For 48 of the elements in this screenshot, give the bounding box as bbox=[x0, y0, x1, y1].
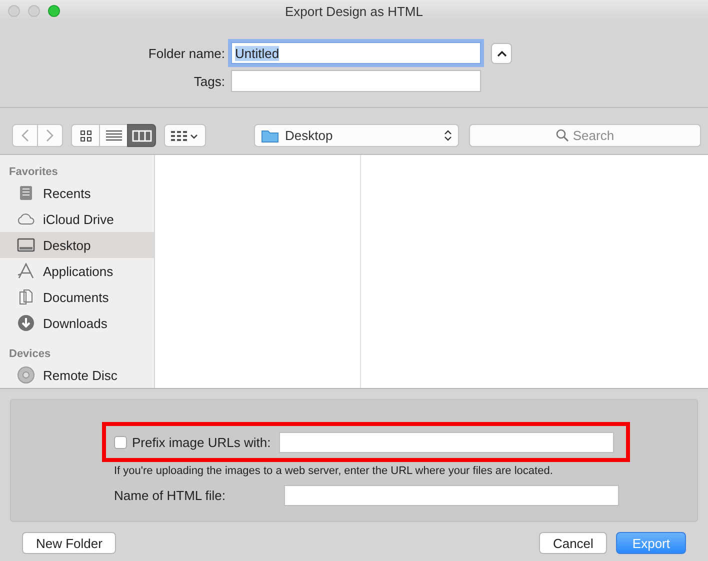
back-button[interactable] bbox=[12, 124, 38, 147]
field-label: Tags: bbox=[192, 74, 225, 88]
columns-icon bbox=[132, 130, 152, 142]
view-mode-button[interactable] bbox=[99, 124, 128, 147]
view-mode-button[interactable] bbox=[71, 124, 100, 147]
grid-icon bbox=[80, 130, 92, 142]
sidebar-item[interactable]: Applications bbox=[0, 258, 154, 284]
updown-icon bbox=[444, 129, 452, 142]
minimize-button[interactable] bbox=[28, 5, 40, 17]
field-label: Name of HTML file: bbox=[114, 488, 226, 503]
document-stack-icon bbox=[17, 184, 35, 202]
view-mode-button[interactable] bbox=[127, 124, 156, 147]
chevron-left-icon bbox=[21, 129, 29, 142]
cancel-button[interactable]: Cancel bbox=[538, 532, 608, 554]
download-icon bbox=[17, 314, 35, 332]
chevron-right-icon bbox=[46, 129, 54, 142]
sidebar-item[interactable]: Downloads bbox=[0, 310, 154, 336]
location-popup[interactable]: Desktop bbox=[254, 124, 459, 147]
grid-dropdown-icon bbox=[171, 130, 199, 142]
file-name-field[interactable] bbox=[284, 485, 619, 506]
sidebar-item[interactable]: Documents bbox=[0, 284, 154, 310]
desktop-icon bbox=[17, 236, 35, 254]
sidebar-item[interactable]: Recents bbox=[0, 180, 154, 206]
section-header: Favorites bbox=[8, 165, 59, 180]
applications-icon bbox=[17, 262, 35, 280]
zoom-button[interactable] bbox=[48, 5, 60, 17]
field-label: Folder name: bbox=[147, 46, 225, 60]
list-icon bbox=[106, 130, 122, 141]
close-button[interactable] bbox=[8, 5, 20, 17]
prefix-url-field[interactable] bbox=[278, 432, 614, 452]
prefix-checkbox[interactable]: Prefix image URLs with: bbox=[114, 434, 271, 450]
folder-icon bbox=[261, 128, 279, 142]
arrange-button[interactable] bbox=[164, 124, 206, 147]
disc-icon bbox=[17, 366, 35, 384]
tags-field[interactable] bbox=[231, 70, 481, 92]
folder-name-field[interactable]: Untitled bbox=[231, 42, 481, 64]
sidebar-item[interactable]: Remote Disc bbox=[0, 362, 154, 388]
sidebar-item[interactable]: iCloud Drive bbox=[0, 206, 154, 232]
collapse-button[interactable] bbox=[491, 42, 512, 64]
documents-icon bbox=[17, 288, 35, 306]
section-header: Devices bbox=[8, 347, 52, 362]
hint-text: If you're uploading the images to a web server, enter the URL where your files are located. bbox=[114, 465, 554, 477]
chevron-up-icon bbox=[496, 50, 506, 56]
window-title: Export Design as HTML bbox=[285, 4, 423, 18]
forward-button[interactable] bbox=[37, 124, 63, 147]
search-icon bbox=[556, 129, 569, 142]
new-folder-button[interactable]: New Folder bbox=[22, 532, 116, 554]
sidebar-item[interactable]: Desktop bbox=[0, 232, 154, 258]
